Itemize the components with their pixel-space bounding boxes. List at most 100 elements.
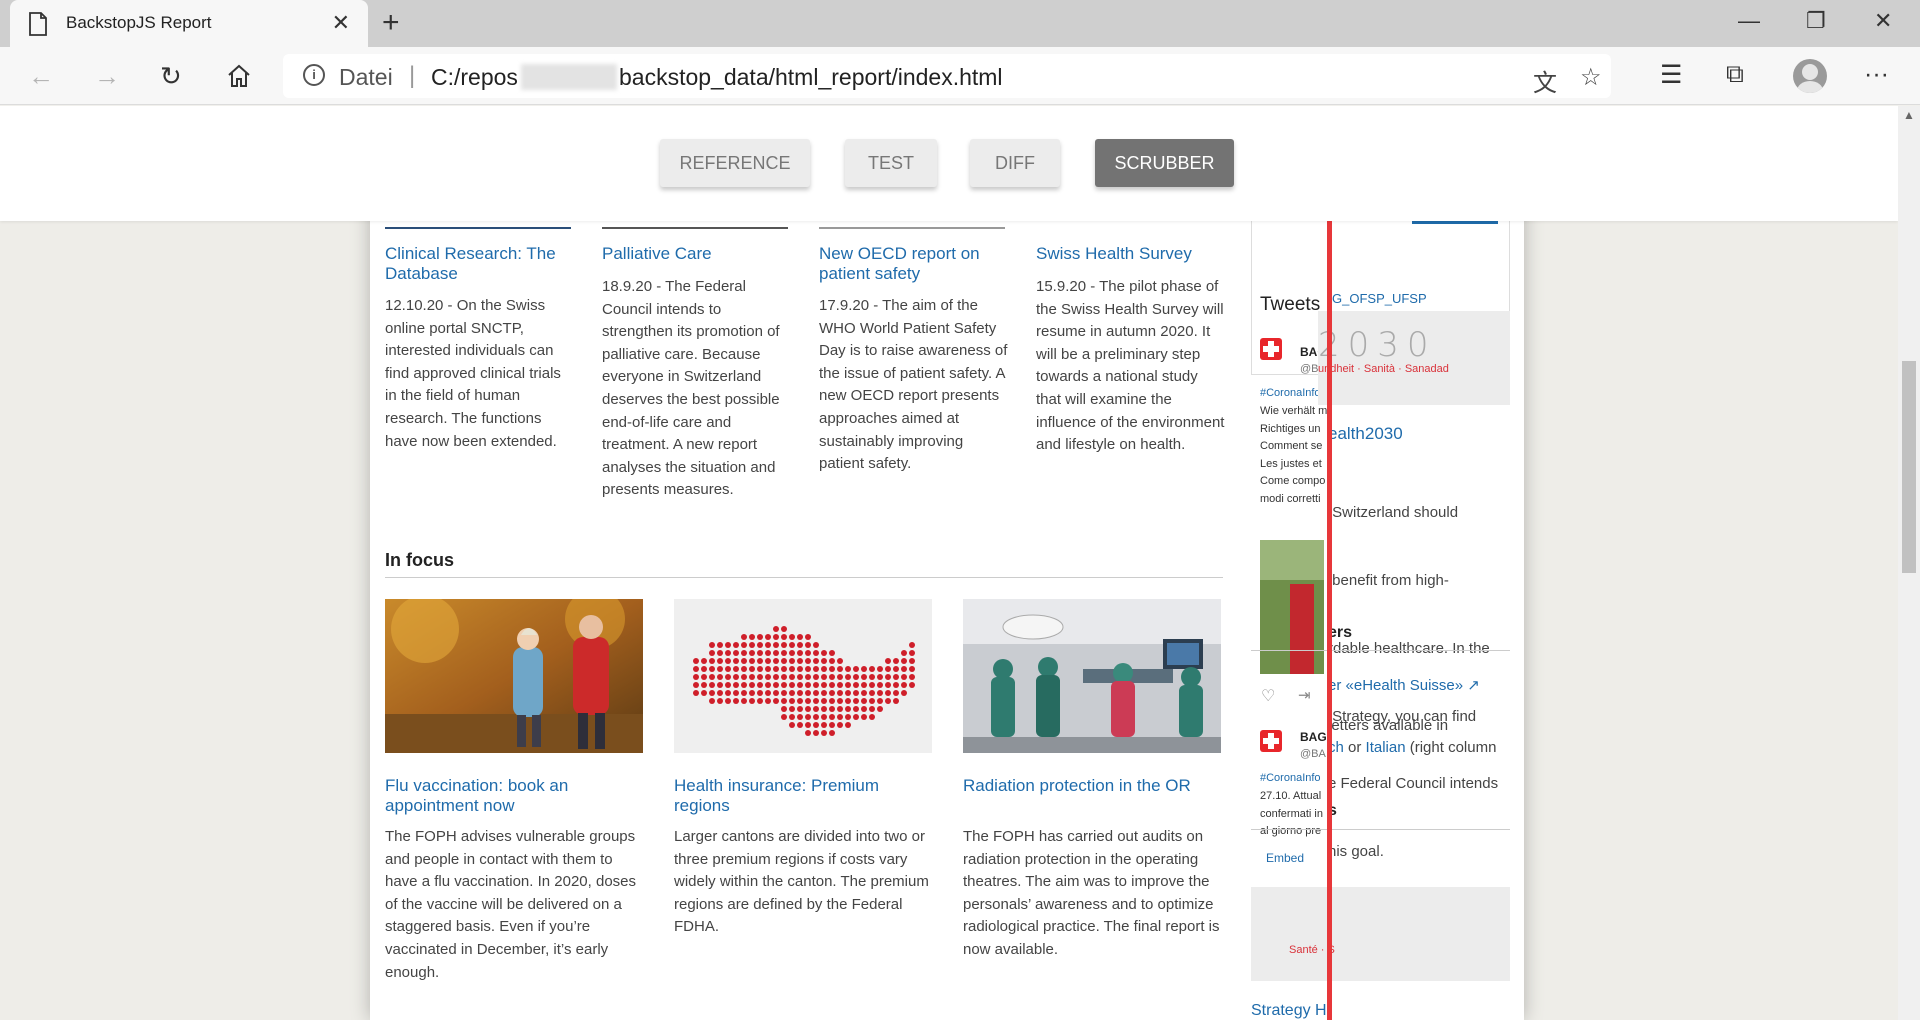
tweet2-hashtag[interactable]: #CoronaInfo (1260, 772, 1321, 784)
map-dot (765, 690, 771, 696)
scrubber-button[interactable]: SCRUBBER (1095, 139, 1234, 187)
map-dot (869, 698, 875, 704)
address-bar[interactable]: i Datei | C:/repos backstop_data/html_re… (283, 54, 1611, 98)
map-dot (829, 674, 835, 680)
newsletter-ehealth-link[interactable]: er «eHealth Suisse» ↗ (1328, 676, 1480, 694)
map-dot (821, 674, 827, 680)
focus-title-flu-vaccination[interactable]: Flu vaccination: book an appointment now (385, 776, 643, 816)
external-link-icon: ↗ (1467, 677, 1480, 694)
premium-regions-map-image[interactable] (674, 599, 932, 753)
scroll-up-arrow-icon[interactable]: ▲ (1903, 108, 1915, 122)
map-dot (749, 698, 755, 704)
new-tab-icon[interactable]: + (382, 6, 400, 40)
news-title-palliative-care[interactable]: Palliative Care (602, 244, 792, 264)
tab-backstop-report[interactable]: BackstopJS Report ✕ (10, 0, 368, 47)
map-dot (837, 690, 843, 696)
map-dot (901, 682, 907, 688)
map-dot (877, 690, 883, 696)
favorites-list-icon[interactable]: ☰ (1660, 60, 1682, 90)
map-dot (805, 706, 811, 712)
newsletter-italian-link[interactable]: Italian (1366, 739, 1406, 756)
share-icon[interactable]: ⇥ (1298, 686, 1311, 704)
browser-viewport: Clinical Research: The Database 12.10.20… (0, 106, 1898, 1020)
map-dot (741, 650, 747, 656)
news-title-clinical-research[interactable]: Clinical Research: The Database (385, 244, 575, 284)
map-dot (789, 698, 795, 704)
map-dot (773, 650, 779, 656)
map-dot (757, 682, 763, 688)
map-dot (773, 674, 779, 680)
test-button[interactable]: TEST (845, 139, 937, 187)
map-dot (877, 666, 883, 672)
close-window-icon[interactable]: ✕ (1874, 8, 1892, 34)
diff-button[interactable]: DIFF (970, 139, 1060, 187)
map-dot (861, 690, 867, 696)
info-icon[interactable]: i (303, 64, 325, 86)
flu-vaccination-image[interactable] (385, 599, 643, 753)
map-dot (701, 666, 707, 672)
map-dot (765, 650, 771, 656)
map-dot (781, 714, 787, 720)
map-dot (813, 682, 819, 688)
map-dot (885, 658, 891, 664)
minimize-icon[interactable]: — (1738, 8, 1760, 34)
sante-banner[interactable]: Santé · S (1251, 887, 1510, 981)
news-title-health-survey[interactable]: Swiss Health Survey (1036, 244, 1226, 264)
address-url-end: backstop_data/html_report/index.html (619, 64, 1003, 90)
map-dot (773, 666, 779, 672)
tweet1-hashtag[interactable]: #CoronaInfo (1260, 387, 1321, 399)
translate-icon[interactable]: 文 (1533, 63, 1557, 98)
like-heart-icon[interactable]: ♡ (1261, 686, 1275, 706)
map-dot (789, 714, 795, 720)
tab-close-icon[interactable]: ✕ (332, 10, 350, 36)
map-dot (741, 642, 747, 648)
focus-title-premium-regions[interactable]: Health insurance: Premium regions (674, 776, 932, 816)
map-dot (749, 650, 755, 656)
map-dot (829, 698, 835, 704)
more-menu-icon[interactable]: ··· (1864, 60, 1889, 89)
map-dot (893, 682, 899, 688)
home-icon[interactable] (226, 63, 252, 89)
tweet2-handle: @BA (1300, 748, 1326, 760)
operating-room-image[interactable] (963, 599, 1221, 753)
map-dot (789, 674, 795, 680)
twitter-embed-link[interactable]: Embed (1266, 851, 1304, 865)
map-dot (853, 674, 859, 680)
map-dot (693, 682, 699, 688)
focus-text-flu-vaccination: The FOPH advises vulnerable groups and p… (385, 828, 637, 981)
health2030-banner[interactable]: 2030 undheit · Sanità · Sanadad (1318, 311, 1510, 405)
reference-button[interactable]: REFERENCE (660, 139, 810, 187)
map-dot (797, 690, 803, 696)
map-dot (909, 666, 915, 672)
map-dot (829, 690, 835, 696)
map-dot (805, 714, 811, 720)
tweets-by-link[interactable]: G_OFSP_UFSP (1332, 291, 1427, 306)
scrollbar-thumb[interactable] (1902, 361, 1916, 573)
map-dot (717, 658, 723, 664)
health2030-title[interactable]: ealth2030 (1328, 424, 1403, 444)
forward-icon[interactable]: → (94, 61, 120, 92)
map-dot (813, 730, 819, 736)
tweet-photo[interactable] (1260, 540, 1324, 674)
news-title-oecd-report[interactable]: New OECD report on patient safety (819, 244, 1009, 284)
search-button-edge[interactable] (1412, 221, 1498, 224)
collections-icon[interactable]: ⧉ (1726, 60, 1744, 89)
vertical-scrollbar[interactable]: ▲ (1898, 106, 1920, 1020)
restore-icon[interactable]: ❐ (1806, 8, 1826, 34)
focus-title-radiation-protection[interactable]: Radiation protection in the OR (963, 776, 1221, 796)
map-dot (797, 658, 803, 664)
scrubber-divider-handle[interactable] (1327, 221, 1332, 1020)
map-dot (813, 714, 819, 720)
map-dot (829, 666, 835, 672)
map-dot (885, 674, 891, 680)
map-dot (701, 682, 707, 688)
reload-icon[interactable]: ↻ (160, 61, 182, 92)
map-dot (709, 650, 715, 656)
favorite-star-icon[interactable]: ☆ (1580, 63, 1602, 92)
map-dot (701, 658, 707, 664)
map-dot (869, 714, 875, 720)
map-dot (885, 690, 891, 696)
strategy-link[interactable]: Strategy H (1251, 1002, 1327, 1020)
back-icon[interactable]: ← (28, 61, 54, 92)
profile-avatar[interactable] (1793, 59, 1827, 93)
